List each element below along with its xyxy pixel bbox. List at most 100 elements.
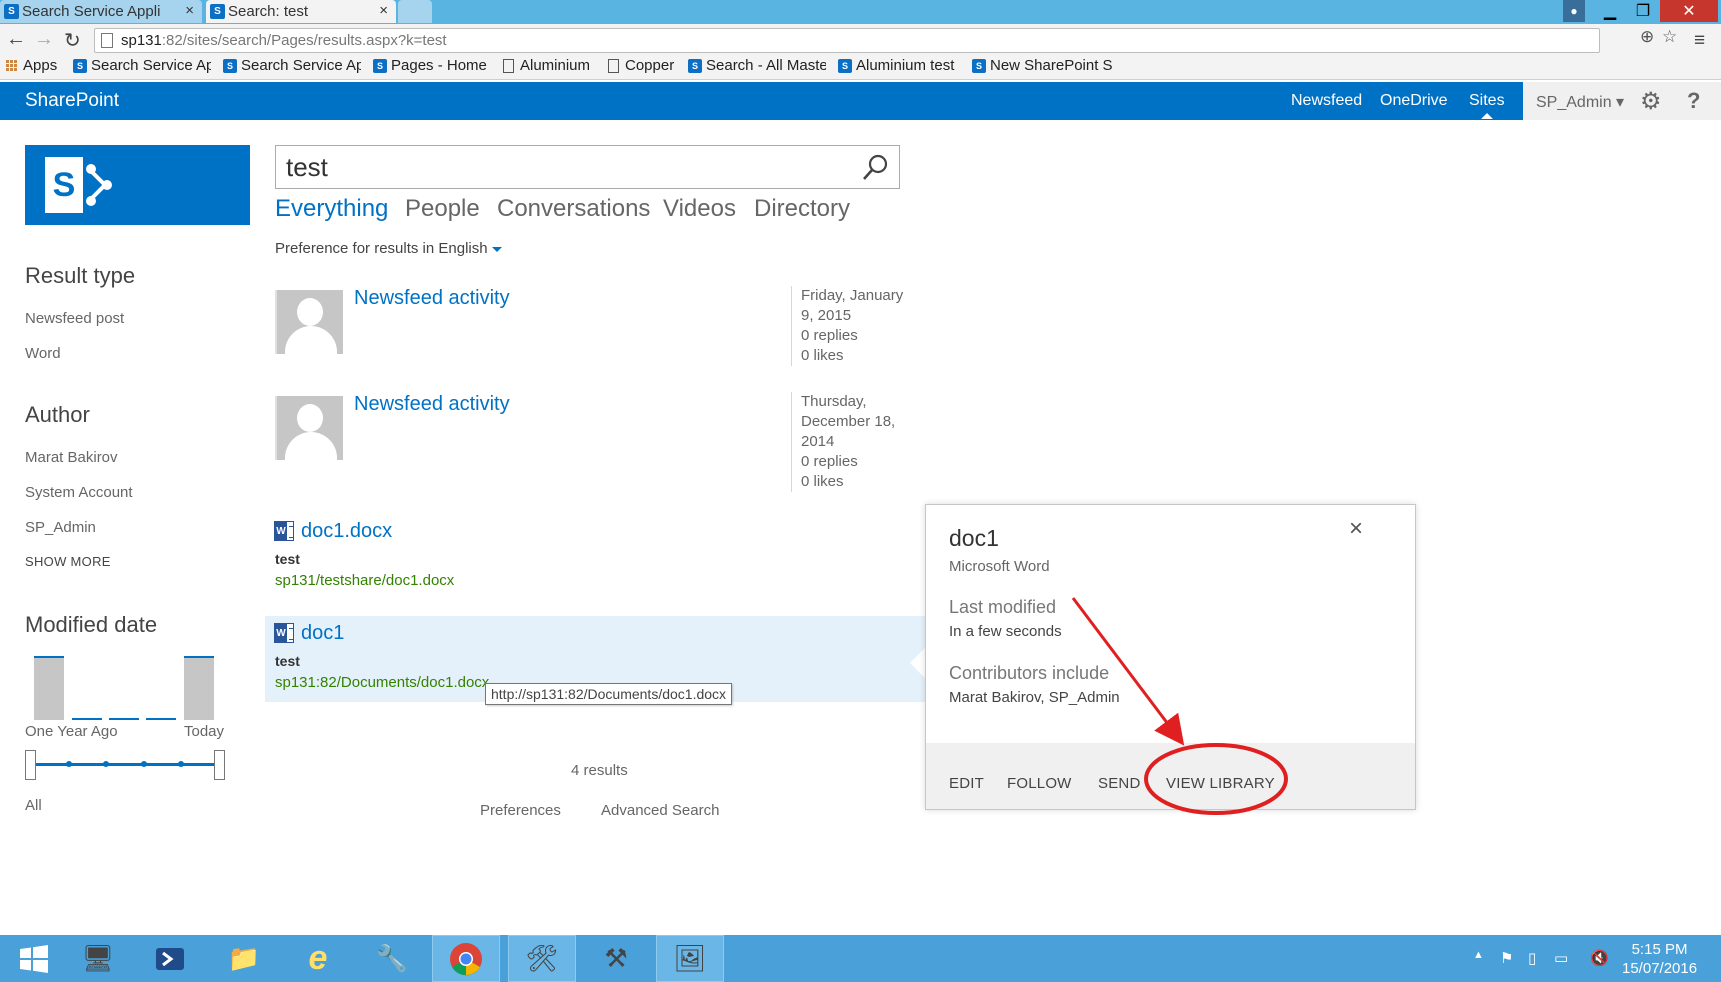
tab-title: Search: test [228, 3, 309, 20]
result-metadata: Friday, January 9, 2015 0 replies 0 likes [791, 286, 911, 366]
refiner-author[interactable]: SP_Admin [25, 519, 96, 536]
search-input[interactable] [286, 152, 826, 182]
site-logo[interactable]: S [25, 145, 250, 225]
result-title-link[interactable]: Newsfeed activity [354, 287, 510, 310]
tab-title: Search Service Appli [22, 3, 161, 20]
chrome-icon[interactable] [432, 935, 500, 982]
bookmark-item[interactable]: S Pages - Home [373, 57, 493, 74]
browser-menu-icon[interactable]: ≡ [1694, 30, 1705, 52]
minimize-button[interactable]: ▁ [1596, 0, 1624, 22]
reload-icon[interactable]: ↻ [64, 28, 81, 53]
send-button[interactable]: SEND [1098, 775, 1140, 792]
user-menu[interactable]: SP_Admin ▾ [1536, 92, 1624, 112]
admin-tools-icon[interactable]: ⚒ [582, 935, 650, 982]
server-manager-icon[interactable]: 🖥 [64, 935, 132, 982]
avatar[interactable] [275, 396, 343, 460]
vertical-directory[interactable]: Directory [754, 195, 850, 223]
result-url[interactable]: sp131:82/Documents/doc1.docx [275, 674, 489, 691]
volume-icon[interactable]: 🔇 [1590, 949, 1609, 967]
bookmark-item[interactable]: Aluminium [503, 57, 599, 74]
histogram-bar[interactable] [184, 656, 214, 720]
follow-button[interactable]: FOLLOW [1007, 775, 1072, 792]
sharepoint-logo-graphic [86, 164, 112, 206]
slider-end-handle[interactable] [214, 750, 225, 780]
bookmark-item[interactable]: S Search - All Maste [688, 57, 826, 74]
word-document-icon [274, 521, 294, 541]
bookmark-item[interactable]: S New SharePoint S [972, 57, 1112, 74]
tools-icon[interactable]: 🛠 [508, 935, 576, 982]
result-url[interactable]: sp131/testshare/doc1.docx [275, 572, 454, 589]
onedrive-link[interactable]: OneDrive [1380, 92, 1448, 110]
back-icon[interactable]: ← [6, 28, 26, 51]
bookmark-item[interactable]: Copper [608, 57, 690, 74]
preferences-link[interactable]: Preferences [480, 802, 561, 819]
newsfeed-link[interactable]: Newsfeed [1291, 92, 1362, 110]
refiner-word[interactable]: Word [25, 345, 61, 362]
network-icon[interactable]: ▭ [1554, 949, 1568, 967]
device-icon[interactable]: ▯ [1528, 949, 1536, 967]
taskbar-clock[interactable]: 5:15 PM 15/07/2016 [1622, 940, 1697, 978]
remote-desktop-icon[interactable]: 🖼 [656, 935, 724, 982]
start-windows-icon[interactable] [0, 935, 68, 982]
slider-stop [103, 761, 109, 767]
hover-panel-type: Microsoft Word [949, 558, 1050, 575]
tray-expand-icon[interactable]: ▲ [1473, 949, 1484, 961]
action-center-icon[interactable]: ⚑ [1500, 949, 1513, 967]
sharepoint-shell-icon[interactable]: 🔧 [358, 935, 426, 982]
zoom-icon[interactable]: ⊕ [1640, 27, 1654, 47]
forward-icon[interactable]: → [34, 28, 54, 51]
refiner-newsfeed-post[interactable]: Newsfeed post [25, 310, 124, 327]
view-library-button[interactable]: VIEW LIBRARY [1166, 775, 1275, 792]
histogram-bar[interactable] [72, 718, 102, 720]
show-more-link[interactable]: SHOW MORE [25, 554, 111, 569]
histogram-bar[interactable] [146, 718, 176, 720]
refiner-author[interactable]: Marat Bakirov [25, 449, 118, 466]
avatar[interactable] [275, 290, 343, 354]
sharepoint-brand-link[interactable]: SharePoint [25, 90, 119, 112]
last-modified-value: In a few seconds [949, 623, 1062, 640]
search-icon[interactable] [861, 152, 891, 182]
address-bar[interactable]: sp131:82/sites/search/Pages/results.aspx… [94, 28, 1600, 53]
histogram-bar[interactable] [109, 718, 139, 720]
user-profile-icon[interactable]: ● [1563, 0, 1585, 22]
result-summary: test [275, 653, 300, 669]
language-preference-dropdown[interactable]: Preference for results in English [275, 240, 502, 257]
close-window-button[interactable]: ✕ [1660, 0, 1718, 22]
url-text[interactable]: sp131:82/sites/search/Pages/results.aspx… [121, 32, 447, 49]
vertical-conversations[interactable]: Conversations [497, 195, 650, 223]
powershell-icon[interactable] [136, 935, 204, 982]
bookmark-apps[interactable]: Apps [6, 57, 64, 74]
advanced-search-link[interactable]: Advanced Search [601, 802, 719, 819]
bookmark-item[interactable]: S Search Service Ap [223, 57, 361, 74]
vertical-people[interactable]: People [405, 195, 480, 223]
result-title-link[interactable]: doc1 [301, 622, 344, 645]
bookmark-item[interactable]: S Search Service Ap [73, 57, 211, 74]
date-range-slider[interactable] [25, 750, 225, 780]
browser-tab-search-service[interactable]: S Search Service Appli × [0, 0, 202, 23]
settings-gear-icon[interactable]: ⚙ [1640, 87, 1662, 116]
sites-link[interactable]: Sites [1469, 92, 1505, 110]
refiner-author[interactable]: System Account [25, 484, 133, 501]
slider-stop [141, 761, 147, 767]
edit-button[interactable]: EDIT [949, 775, 984, 792]
close-icon[interactable]: × [1349, 515, 1363, 543]
result-title-link[interactable]: doc1.docx [301, 520, 392, 543]
bookmark-item[interactable]: S Aluminium test [838, 57, 963, 74]
bookmark-star-icon[interactable]: ☆ [1662, 27, 1677, 47]
close-tab-icon[interactable]: × [185, 2, 194, 19]
new-tab-button[interactable] [398, 0, 432, 23]
browser-tab-search-test[interactable]: S Search: test × [206, 0, 396, 23]
histogram-bar[interactable] [34, 656, 64, 720]
vertical-everything[interactable]: Everything [275, 195, 388, 223]
contributors-label: Contributors include [949, 663, 1110, 683]
result-title-link[interactable]: Newsfeed activity [354, 393, 510, 416]
slider-stop [66, 761, 72, 767]
document-icon [608, 58, 619, 73]
internet-explorer-icon[interactable]: e [284, 935, 352, 982]
close-tab-icon[interactable]: × [379, 2, 388, 19]
vertical-videos[interactable]: Videos [663, 195, 736, 223]
help-icon[interactable]: ? [1687, 88, 1700, 114]
file-explorer-icon[interactable]: 📁 [210, 935, 278, 982]
restore-button[interactable]: ❐ [1628, 0, 1658, 22]
slider-start-handle[interactable] [25, 750, 36, 780]
